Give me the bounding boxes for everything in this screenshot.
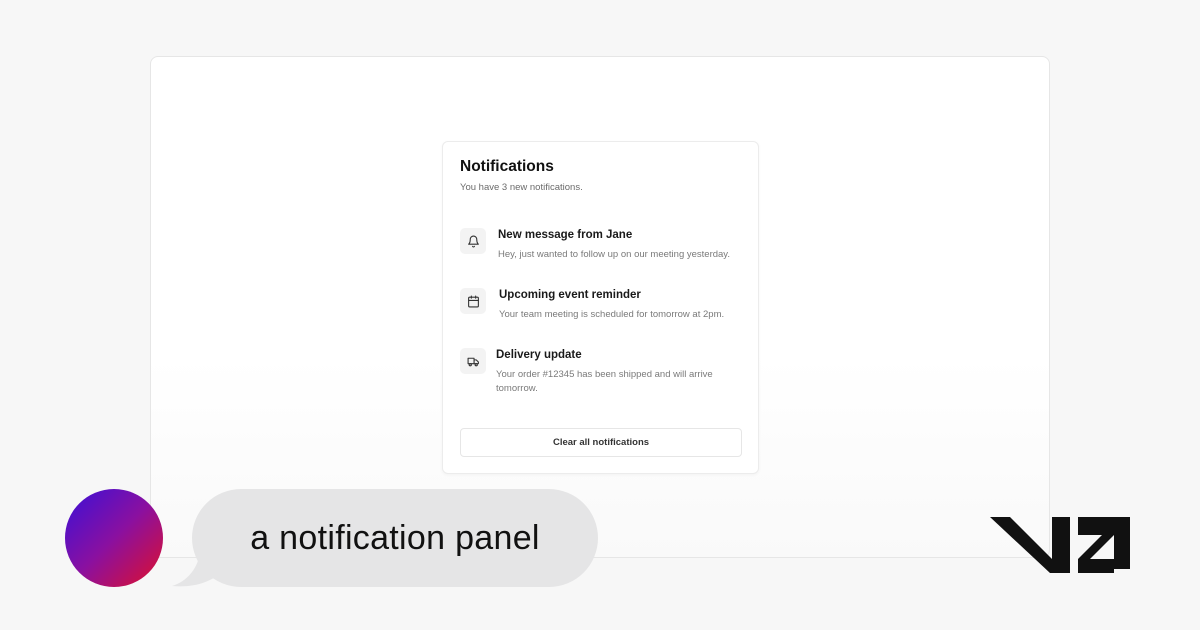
notification-description: Your order #12345 has been shipped and w…	[496, 369, 713, 394]
panel-title: Notifications	[460, 158, 554, 175]
notification-description: Your team meeting is scheduled for tomor…	[499, 309, 725, 320]
notification-title: New message from Jane	[498, 229, 633, 241]
notification-title: Delivery update	[496, 349, 582, 361]
bell-icon	[460, 228, 486, 254]
notification-title: Upcoming event reminder	[499, 289, 641, 301]
notification-description: Hey, just wanted to follow up on our mee…	[498, 249, 730, 260]
prompt-text: a notification panel	[250, 518, 540, 557]
v0-logo-icon	[990, 517, 1130, 573]
avatar	[65, 489, 163, 587]
clear-all-button[interactable]: Clear all notifications	[460, 428, 742, 457]
notification-panel: Notifications You have 3 new notificatio…	[442, 141, 759, 474]
panel-subtitle: You have 3 new notifications.	[460, 182, 583, 193]
calendar-icon	[460, 288, 486, 314]
prompt-bubble: a notification panel	[192, 489, 598, 587]
truck-icon	[460, 348, 486, 374]
